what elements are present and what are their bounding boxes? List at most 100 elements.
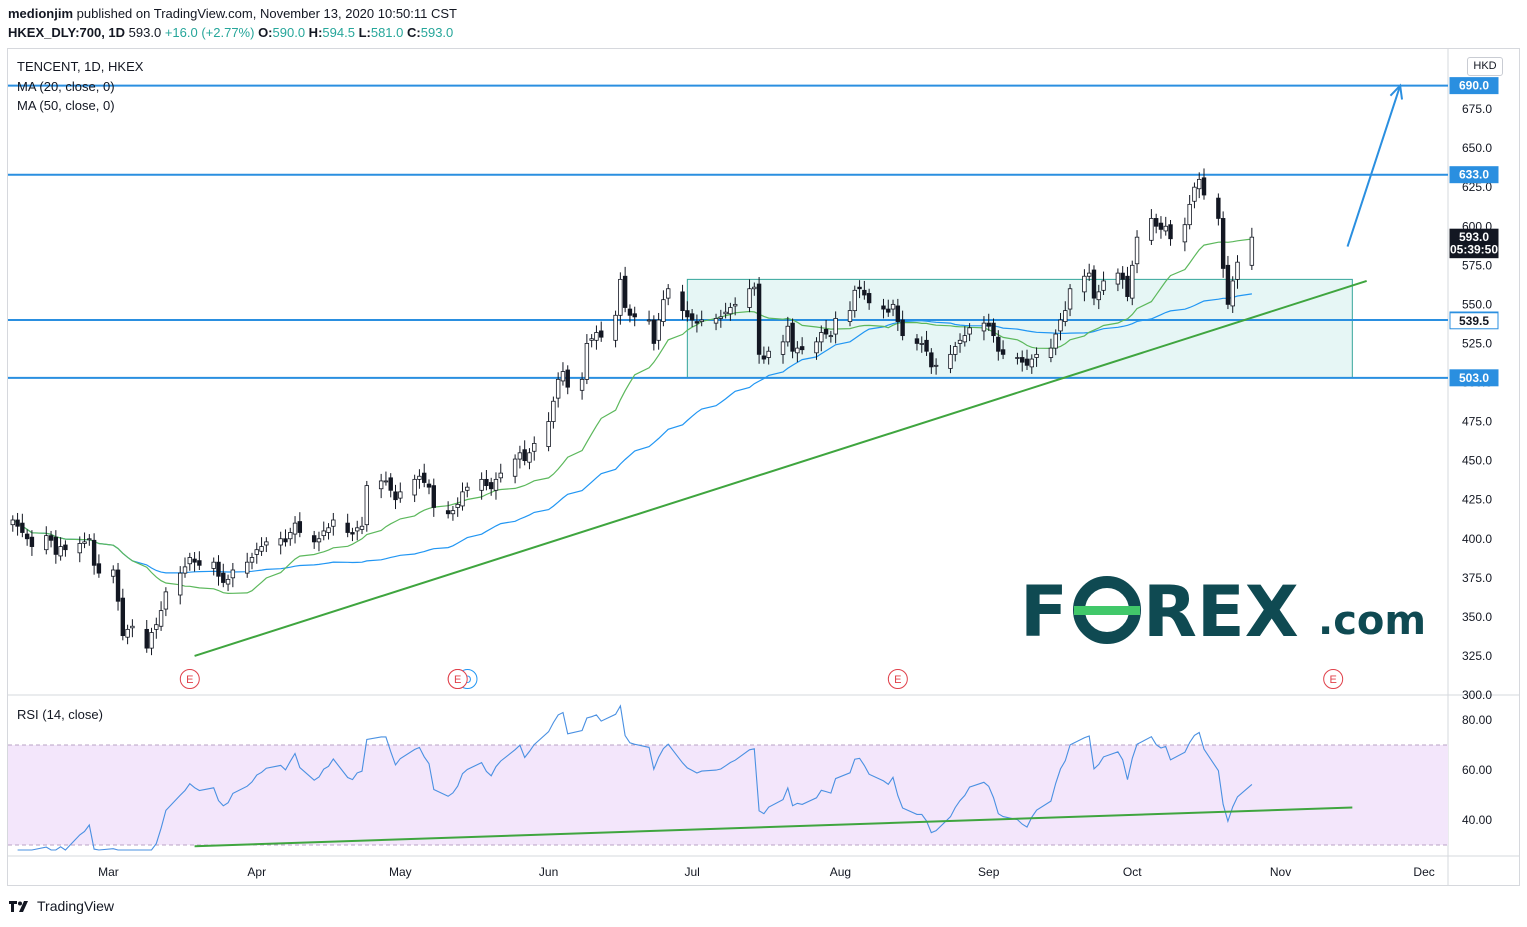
candle[interactable] xyxy=(594,332,599,341)
candle[interactable] xyxy=(1034,353,1039,358)
candle[interactable] xyxy=(1249,236,1255,266)
candle[interactable] xyxy=(522,449,527,462)
candle[interactable] xyxy=(292,522,298,535)
candle[interactable] xyxy=(862,289,867,296)
candle[interactable] xyxy=(1235,261,1240,280)
candle[interactable] xyxy=(15,519,20,527)
candle[interactable] xyxy=(1000,349,1006,355)
candle[interactable] xyxy=(723,311,728,315)
candle[interactable] xyxy=(154,624,159,630)
candle[interactable] xyxy=(1225,264,1231,305)
candle[interactable] xyxy=(632,313,637,318)
candle[interactable] xyxy=(1053,333,1058,349)
candle[interactable] xyxy=(460,491,465,507)
candle[interactable] xyxy=(551,400,556,422)
candle[interactable] xyxy=(264,541,269,546)
candle[interactable] xyxy=(111,569,116,577)
candle[interactable] xyxy=(795,347,800,354)
currency-badge[interactable]: HKD xyxy=(1467,57,1503,76)
candle[interactable] xyxy=(149,632,154,649)
candle[interactable] xyxy=(498,472,503,479)
candle[interactable] xyxy=(44,535,49,551)
candle[interactable] xyxy=(245,561,250,574)
candle[interactable] xyxy=(914,338,920,344)
candle[interactable] xyxy=(87,538,92,541)
candle[interactable] xyxy=(48,535,54,541)
candle[interactable] xyxy=(599,330,604,338)
candle[interactable] xyxy=(1187,203,1192,226)
candle[interactable] xyxy=(1058,319,1063,332)
candle[interactable] xyxy=(1130,264,1135,299)
candle[interactable] xyxy=(948,353,953,369)
candle[interactable] xyxy=(321,530,326,537)
candle[interactable] xyxy=(728,307,733,315)
candle[interactable] xyxy=(53,536,59,555)
candle[interactable] xyxy=(685,310,690,318)
candle[interactable] xyxy=(388,477,393,491)
candle[interactable] xyxy=(393,491,398,501)
price-chart[interactable]: EEEEDE300.0325.0350.0375.0400.0425.0450.… xyxy=(0,0,1527,927)
ma50-legend[interactable]: MA (50, close, 0) xyxy=(17,98,115,113)
candle[interactable] xyxy=(814,341,819,354)
candle[interactable] xyxy=(20,522,25,533)
candle[interactable] xyxy=(130,625,135,629)
candle[interactable] xyxy=(359,525,365,530)
candle[interactable] xyxy=(125,628,130,638)
candle[interactable] xyxy=(350,532,355,535)
candle[interactable] xyxy=(962,335,968,343)
candle[interactable] xyxy=(484,478,489,487)
candle[interactable] xyxy=(651,319,657,344)
candle[interactable] xyxy=(144,628,149,649)
candle[interactable] xyxy=(933,364,939,367)
candle[interactable] xyxy=(63,544,68,551)
candle[interactable] xyxy=(799,346,805,351)
candle[interactable] xyxy=(895,305,901,322)
candle[interactable] xyxy=(919,343,924,345)
candle[interactable] xyxy=(417,475,422,480)
candle[interactable] xyxy=(187,557,192,565)
candle[interactable] xyxy=(465,486,470,491)
candle[interactable] xyxy=(378,480,384,490)
candle[interactable] xyxy=(881,305,886,310)
candle[interactable] xyxy=(197,560,202,566)
candle[interactable] xyxy=(96,563,102,574)
candle[interactable] xyxy=(120,597,126,637)
candle[interactable] xyxy=(1120,272,1125,280)
candle[interactable] xyxy=(278,538,283,546)
candle[interactable] xyxy=(747,288,752,308)
candle[interactable] xyxy=(957,339,963,344)
candle[interactable] xyxy=(383,480,389,483)
candle[interactable] xyxy=(627,308,633,316)
candle[interactable] xyxy=(656,319,661,341)
candle[interactable] xyxy=(1101,280,1106,291)
candle[interactable] xyxy=(991,322,996,337)
candle[interactable] xyxy=(10,519,15,526)
candle[interactable] xyxy=(1158,222,1164,230)
candle[interactable] xyxy=(713,318,719,324)
candle[interactable] xyxy=(1096,291,1101,301)
candle[interactable] xyxy=(996,336,1001,352)
candle[interactable] xyxy=(622,275,628,308)
candle[interactable] xyxy=(115,569,121,602)
candle[interactable] xyxy=(345,522,350,533)
candle[interactable] xyxy=(1125,275,1130,297)
candle[interactable] xyxy=(230,569,236,579)
candle[interactable] xyxy=(890,303,896,310)
candle[interactable] xyxy=(445,510,451,515)
candle[interactable] xyxy=(689,313,695,321)
candle[interactable] xyxy=(1197,178,1202,190)
candle[interactable] xyxy=(589,338,594,341)
candle[interactable] xyxy=(364,485,370,526)
candle[interactable] xyxy=(866,293,872,304)
candle[interactable] xyxy=(546,421,551,447)
candle[interactable] xyxy=(929,352,934,368)
candle[interactable] xyxy=(316,538,322,543)
candle[interactable] xyxy=(732,303,738,307)
candle[interactable] xyxy=(752,286,757,290)
candle[interactable] xyxy=(1091,269,1097,299)
candle[interactable] xyxy=(852,289,857,312)
candle[interactable] xyxy=(355,527,360,532)
candle[interactable] xyxy=(225,578,231,585)
candle[interactable] xyxy=(82,541,87,544)
candle[interactable] xyxy=(1024,358,1030,366)
